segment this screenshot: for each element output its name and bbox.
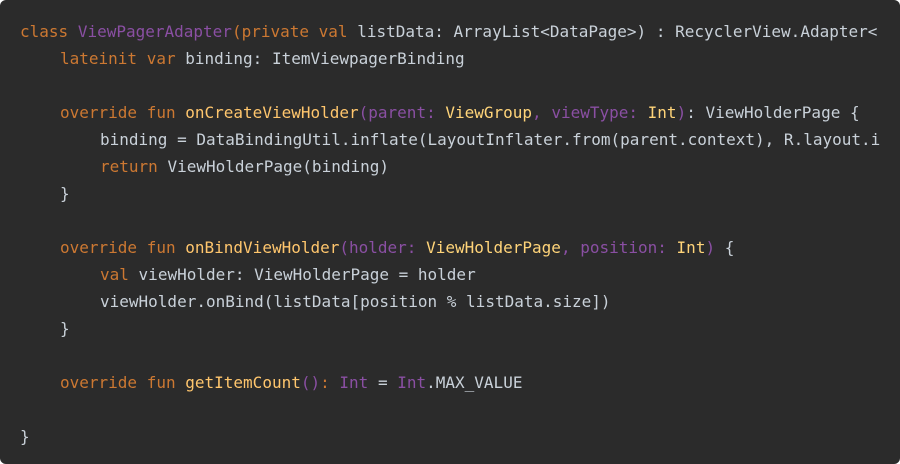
code-line-7: }: [0, 180, 900, 207]
keyword: class: [20, 22, 69, 41]
type-ref: Int: [339, 373, 369, 392]
keyword: fun: [146, 238, 176, 257]
punct: (: [231, 22, 242, 41]
param: (parent:: [358, 103, 436, 122]
punct: ): [676, 103, 687, 122]
code-text: .MAX_VALUE: [426, 373, 523, 392]
code-line-6: return ViewHolderPage(binding): [0, 153, 900, 180]
param: , position:: [560, 238, 667, 257]
code-text: ViewHolderPage(binding): [167, 157, 389, 176]
code-text: viewHolder.onBind(listData[position % li…: [100, 292, 611, 311]
param: (holder:: [339, 238, 417, 257]
param-type: Int: [647, 103, 677, 122]
code-line-5: binding = DataBindingUtil.inflate(Layout…: [0, 126, 900, 153]
code-text: }: [60, 319, 70, 338]
code-line-4: override fun onCreateViewHolder(parent: …: [0, 99, 900, 126]
class-name: ViewPagerAdapter: [77, 22, 232, 41]
code-line-14: override fun getItemCount(): Int = Int.M…: [0, 369, 900, 396]
code-text: viewHolder: ViewHolderPage = holder: [138, 265, 476, 284]
keyword: return: [100, 157, 158, 176]
param-type: ViewHolderPage: [426, 238, 561, 257]
code-line-1: class ViewPagerAdapter(private val listD…: [0, 18, 900, 45]
code-text: {: [715, 238, 735, 257]
keyword: val: [100, 265, 129, 284]
code-text: }: [20, 427, 30, 446]
keyword: override: [60, 238, 138, 257]
keyword: lateinit: [60, 49, 138, 68]
code-block[interactable]: class ViewPagerAdapter(private val listD…: [0, 0, 900, 464]
code-line-12: }: [0, 315, 900, 342]
keyword: override: [60, 373, 138, 392]
keyword: fun: [146, 373, 176, 392]
code-line-11: viewHolder.onBind(listData[position % li…: [0, 288, 900, 315]
punct: ): [705, 238, 716, 257]
function-name: getItemCount: [185, 373, 301, 392]
function-name: onCreateViewHolder: [185, 103, 359, 122]
punct: :: [320, 373, 330, 392]
code-line-9: override fun onBindViewHolder(holder: Vi…: [0, 234, 900, 261]
param-type: ViewGroup: [445, 103, 533, 122]
code-line-2: lateinit var binding: ItemViewpagerBindi…: [0, 45, 900, 72]
code-text: listData: ArrayList<DataPage>) : Recycle…: [357, 22, 878, 41]
code-line-10: val viewHolder: ViewHolderPage = holder: [0, 261, 900, 288]
code-line-16: }: [0, 423, 900, 450]
code-text: }: [60, 184, 70, 203]
param: , viewType:: [532, 103, 639, 122]
param-type: Int: [676, 238, 706, 257]
code-text: binding = DataBindingUtil.inflate(Layout…: [100, 130, 881, 149]
function-name: onBindViewHolder: [185, 238, 340, 257]
keyword: fun: [146, 103, 176, 122]
keyword: val: [318, 22, 348, 41]
type-ref: Int: [397, 373, 427, 392]
keyword: override: [60, 103, 138, 122]
operator: =: [377, 373, 388, 392]
keyword: private: [241, 22, 310, 41]
code-text: : ViewHolderPage {: [686, 103, 860, 122]
code-text: binding: ItemViewpagerBinding: [185, 49, 465, 68]
punct: (): [300, 373, 321, 392]
keyword: var: [146, 49, 176, 68]
